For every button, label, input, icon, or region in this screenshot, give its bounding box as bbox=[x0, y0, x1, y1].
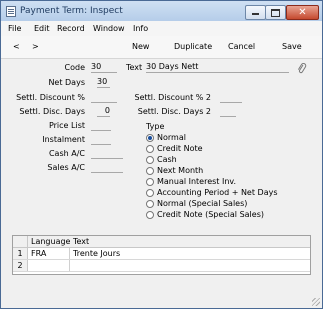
grid-cell-language[interactable]: FRA bbox=[31, 248, 46, 259]
grid-header: Language Text bbox=[13, 236, 310, 248]
type-label: Type bbox=[146, 122, 165, 131]
duplicate-button[interactable]: Duplicate bbox=[174, 42, 212, 51]
radio-icon bbox=[146, 156, 154, 164]
settl-discount2-field[interactable] bbox=[220, 92, 242, 103]
language-text-grid: Language Text 1 FRA Trente Jours 2 bbox=[12, 235, 311, 275]
grid-row[interactable]: 2 bbox=[13, 260, 310, 272]
cancel-button[interactable]: Cancel bbox=[228, 42, 255, 51]
net-days-field[interactable]: 30 bbox=[97, 77, 110, 88]
next-record-button[interactable]: > bbox=[32, 42, 39, 51]
settl-disc-days2-label: Settl. Disc. Days 2 bbox=[137, 107, 211, 116]
sales-ac-field[interactable] bbox=[91, 162, 123, 173]
radio-icon bbox=[146, 211, 154, 219]
settl-discount2-label: Settl. Discount % 2 bbox=[134, 93, 211, 102]
grid-header-text: Text bbox=[73, 237, 90, 246]
radio-icon bbox=[146, 178, 154, 186]
radio-icon bbox=[146, 167, 154, 175]
radio-selected-icon bbox=[146, 134, 154, 142]
code-label: Code bbox=[64, 63, 85, 72]
cash-ac-field[interactable] bbox=[91, 148, 123, 159]
menu-window[interactable]: Window bbox=[93, 24, 125, 33]
menu-bar: File Edit Record Window Info bbox=[1, 21, 322, 36]
settl-disc-days-label: Settl. Disc. Days bbox=[19, 107, 85, 116]
text-field[interactable]: 30 Days Nett bbox=[146, 62, 289, 73]
toolbar: < > New Duplicate Cancel Save bbox=[1, 36, 322, 59]
settl-disc-days-field[interactable]: 0 bbox=[97, 106, 110, 117]
text-label: Text bbox=[126, 63, 143, 72]
maximize-icon bbox=[271, 9, 280, 17]
grid-row[interactable]: 1 FRA Trente Jours bbox=[13, 248, 310, 260]
radio-icon bbox=[146, 200, 154, 208]
close-icon: ✕ bbox=[298, 7, 307, 18]
menu-record[interactable]: Record bbox=[57, 24, 85, 33]
settl-discount-field[interactable] bbox=[91, 92, 117, 103]
maximize-button[interactable] bbox=[265, 5, 286, 20]
settl-disc-days2-field[interactable] bbox=[220, 106, 236, 117]
menu-edit[interactable]: Edit bbox=[34, 24, 50, 33]
grid-row-number: 2 bbox=[13, 260, 28, 271]
grid-row-number: 1 bbox=[13, 248, 28, 259]
grid-header-language: Language bbox=[31, 237, 71, 246]
settl-discount-label: Settl. Discount % bbox=[16, 93, 85, 102]
net-days-label: Net Days bbox=[48, 78, 85, 87]
payment-term-window: Payment Term: Inspect ✕ File Edit Record… bbox=[0, 0, 323, 309]
paperclip-icon[interactable] bbox=[297, 63, 307, 75]
save-button[interactable]: Save bbox=[282, 42, 302, 51]
document-icon bbox=[6, 6, 16, 17]
previous-record-button[interactable]: < bbox=[13, 42, 20, 51]
instalment-label: Instalment bbox=[42, 135, 85, 144]
radio-icon bbox=[146, 189, 154, 197]
grid-cell-text[interactable]: Trente Jours bbox=[73, 248, 120, 259]
minimize-button[interactable] bbox=[245, 5, 266, 20]
instalment-field[interactable] bbox=[91, 134, 111, 145]
radio-icon bbox=[146, 145, 154, 153]
price-list-label: Price List bbox=[48, 121, 85, 130]
status-area bbox=[1, 285, 322, 308]
sales-ac-label: Sales A/C bbox=[47, 163, 85, 172]
title-bar: Payment Term: Inspect ✕ bbox=[1, 1, 322, 21]
new-button[interactable]: New bbox=[132, 42, 149, 51]
window-title: Payment Term: Inspect bbox=[20, 6, 123, 16]
menu-info[interactable]: Info bbox=[133, 24, 148, 33]
minimize-icon bbox=[252, 13, 259, 15]
menu-file[interactable]: File bbox=[8, 24, 21, 33]
cash-ac-label: Cash A/C bbox=[48, 149, 85, 158]
price-list-field[interactable] bbox=[91, 120, 111, 131]
code-field[interactable]: 30 bbox=[91, 62, 117, 73]
close-button[interactable]: ✕ bbox=[286, 5, 319, 20]
resize-grip-icon[interactable] bbox=[312, 298, 320, 306]
